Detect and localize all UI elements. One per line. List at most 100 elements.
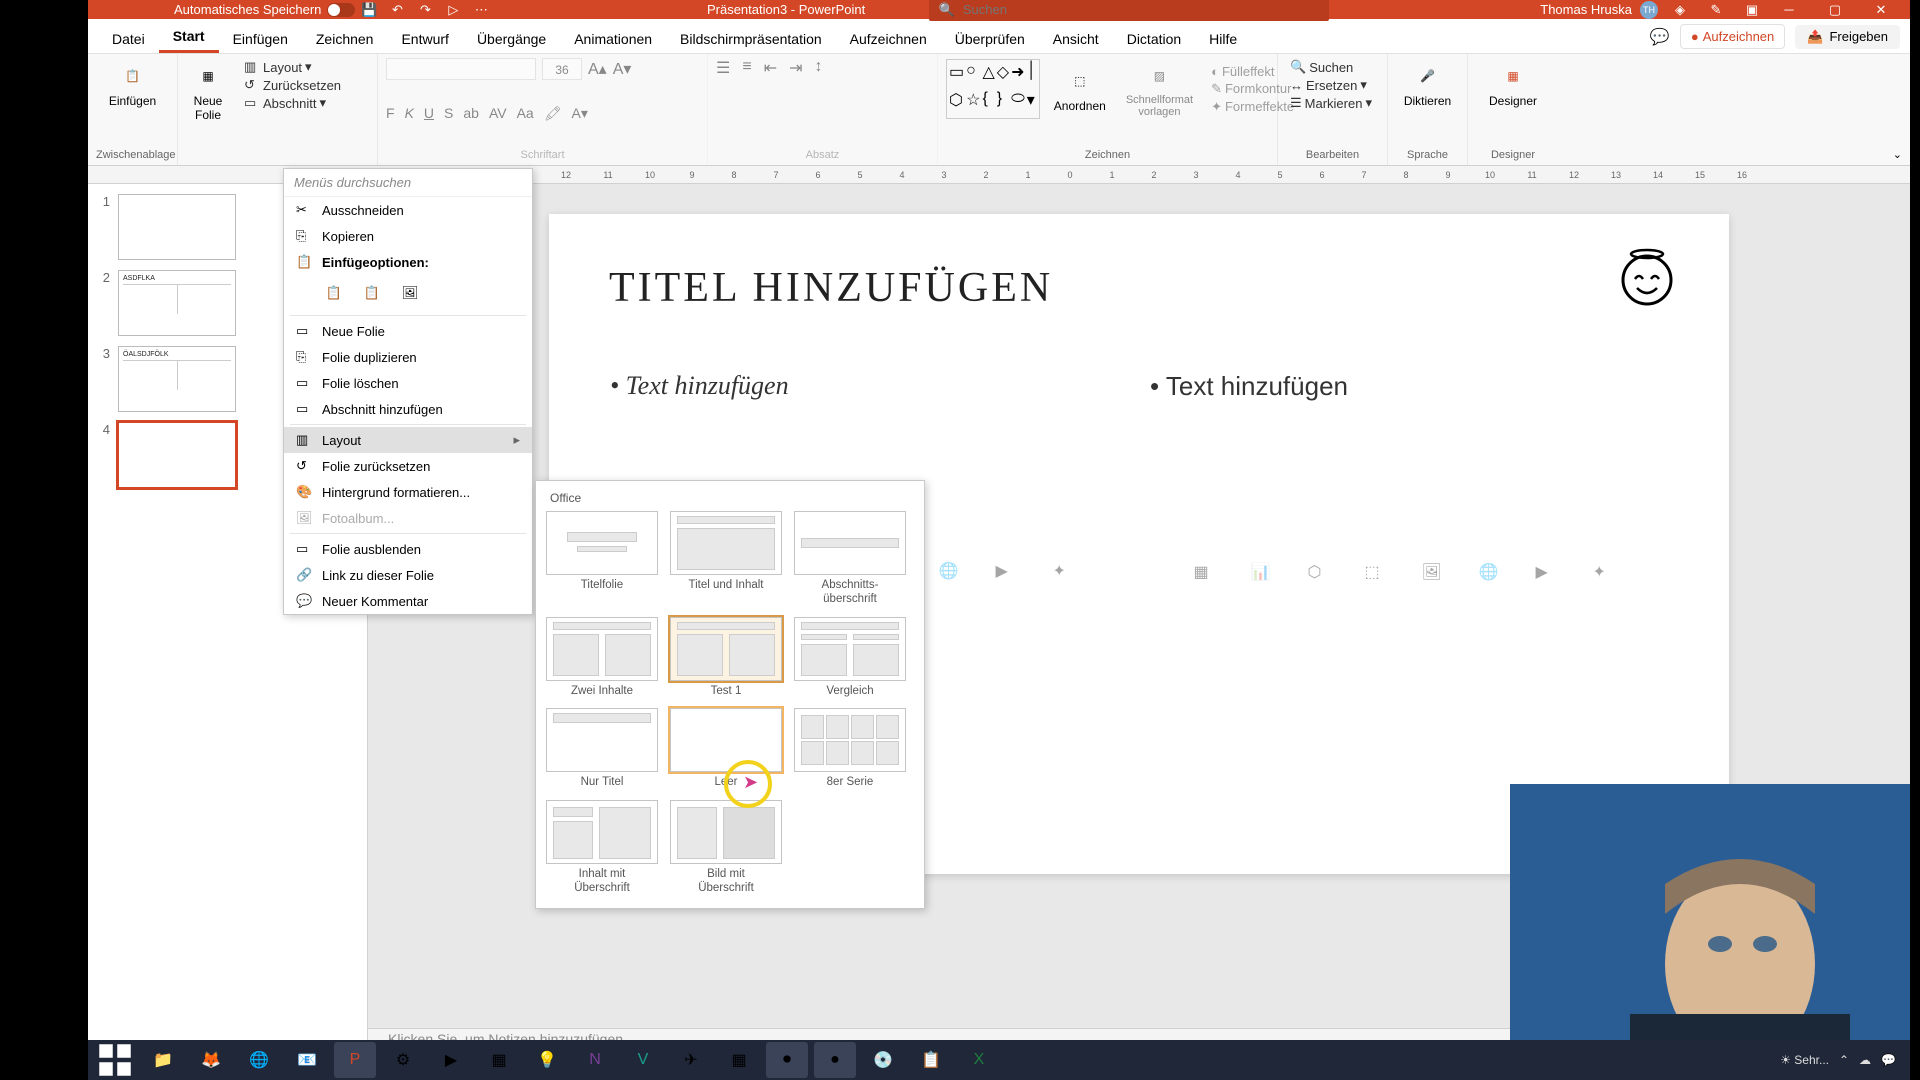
telegram-icon[interactable]: ✈ [670, 1042, 712, 1078]
pen-icon[interactable]: ✎ [1704, 0, 1728, 22]
search-box[interactable]: 🔍 [929, 0, 1329, 21]
online-picture-icon[interactable]: 🌐 [1479, 562, 1511, 594]
italic-icon[interactable]: K [405, 105, 414, 122]
outlook-icon[interactable]: 📧 [286, 1042, 328, 1078]
shape-icon[interactable]: ⬭ [1011, 90, 1025, 116]
tab-datei[interactable]: Datei [98, 25, 159, 53]
diamond-icon[interactable]: ◈ [1668, 0, 1692, 22]
search-input[interactable] [963, 2, 1319, 17]
cm-delete[interactable]: ▭Folie löschen [284, 370, 532, 396]
quickstyles-button[interactable]: ▨Schnellformat vorlagen [1120, 58, 1199, 120]
collapse-ribbon-icon[interactable]: ⌄ [1893, 148, 1902, 161]
tab-ansicht[interactable]: Ansicht [1039, 25, 1113, 53]
fill-dropdown[interactable]: ◐ Fülleffekt [1207, 63, 1298, 80]
bullets-icon[interactable]: ☰ [716, 58, 730, 78]
strike-icon[interactable]: S [444, 105, 453, 122]
excel-icon[interactable]: X [958, 1042, 1000, 1078]
app-icon[interactable]: 💡 [526, 1042, 568, 1078]
numbering-icon[interactable]: ≡ [742, 58, 751, 78]
outline-dropdown[interactable]: ✎ Formkontur [1207, 80, 1298, 98]
obs-icon[interactable]: ⏺ [766, 1042, 808, 1078]
video-icon[interactable]: ▶ [996, 561, 1028, 593]
vlc-icon[interactable]: ▶ [430, 1042, 472, 1078]
cm-link[interactable]: 🔗Link zu dieser Folie [284, 562, 532, 588]
layout-zwei-inhalte[interactable] [546, 617, 658, 681]
picture-icon[interactable]: 🖼 [1422, 562, 1454, 594]
arrange-button[interactable]: ⬚Anordnen [1048, 63, 1112, 115]
paste-use-dest[interactable]: 📋 [358, 279, 386, 307]
video-icon[interactable]: ▶ [1536, 562, 1568, 594]
designer-button[interactable]: ▦Designer [1476, 58, 1550, 110]
undo-icon[interactable]: ↶ [385, 0, 409, 22]
decrease-font-icon[interactable]: A▾ [613, 59, 632, 79]
shape-icon[interactable]: } [997, 90, 1009, 116]
chart-icon[interactable]: 📊 [1251, 562, 1283, 594]
3d-icon[interactable]: ⬚ [1365, 562, 1397, 594]
slide-thumb-3[interactable]: ÖALSDJFÖLK [118, 346, 236, 412]
paste-picture[interactable]: 🖼 [396, 279, 424, 307]
find-button[interactable]: 🔍 Suchen [1286, 58, 1379, 76]
window-icon[interactable]: ▣ [1740, 0, 1764, 22]
spacing-icon[interactable]: AV [489, 105, 507, 122]
cm-reset[interactable]: ↺Folie zurücksetzen [284, 453, 532, 479]
more-icon[interactable]: ⋯ [469, 0, 493, 22]
explorer-icon[interactable]: 📁 [142, 1042, 184, 1078]
slide-thumb-1[interactable] [118, 194, 236, 260]
tab-aufzeichnen[interactable]: Aufzeichnen [836, 25, 941, 53]
app-icon[interactable]: 📋 [910, 1042, 952, 1078]
replace-button[interactable]: ↔ Ersetzen ▾ [1286, 76, 1379, 94]
close-button[interactable]: ✕ [1858, 0, 1904, 19]
tray-chevron-icon[interactable]: ⌃ [1839, 1053, 1849, 1067]
firefox-icon[interactable]: 🦊 [190, 1042, 232, 1078]
save-icon[interactable]: 💾 [357, 0, 381, 22]
app-icon[interactable]: V [622, 1042, 664, 1078]
outdent-icon[interactable]: ⇤ [764, 58, 777, 78]
cm-comment[interactable]: 💬Neuer Kommentar [284, 588, 532, 614]
user-name[interactable]: Thomas Hruska [1540, 2, 1632, 17]
shadow-icon[interactable]: ab [463, 105, 479, 122]
layout-8er[interactable] [794, 708, 906, 772]
cm-hide-slide[interactable]: ▭Folie ausblenden [284, 536, 532, 562]
effects-dropdown[interactable]: ✦ Formeffekte [1207, 98, 1298, 116]
app-icon[interactable]: 💿 [862, 1042, 904, 1078]
layout-dropdown[interactable]: ▥Layout ▾ [240, 58, 345, 76]
menu-search[interactable]: Menüs durchsuchen [284, 169, 532, 197]
cm-cut[interactable]: ✂Ausschneiden [284, 197, 532, 223]
reset-button[interactable]: ↺Zurücksetzen [240, 76, 345, 94]
autosave-toggle[interactable]: Automatisches Speichern [174, 2, 355, 17]
tab-dictation[interactable]: Dictation [1113, 25, 1195, 53]
section-dropdown[interactable]: ▭Abschnitt ▾ [240, 94, 345, 112]
table-icon[interactable]: ▦ [1194, 562, 1226, 594]
app-icon[interactable]: ▦ [478, 1042, 520, 1078]
tray-icon[interactable]: 💬 [1881, 1053, 1896, 1067]
online-picture-icon[interactable]: 🌐 [939, 561, 971, 593]
tab-uebergaenge[interactable]: Übergänge [463, 25, 560, 53]
record-button[interactable]: ● Aufzeichnen [1680, 24, 1785, 49]
layout-nur-titel[interactable] [546, 708, 658, 772]
tab-hilfe[interactable]: Hilfe [1195, 25, 1251, 53]
layout-abschnitt[interactable] [794, 511, 906, 575]
start-button[interactable] [94, 1042, 136, 1078]
shape-icon[interactable]: ○ [966, 62, 980, 88]
redo-icon[interactable]: ↷ [413, 0, 437, 22]
layout-titelfolie[interactable] [546, 511, 658, 575]
tab-entwurf[interactable]: Entwurf [387, 25, 462, 53]
underline-icon[interactable]: U [424, 105, 434, 122]
fontcolor-icon[interactable]: A▾ [572, 105, 588, 122]
user-avatar[interactable]: TH [1640, 1, 1658, 19]
shape-icon[interactable]: ☆ [966, 90, 980, 116]
smiley-shape[interactable] [1615, 244, 1679, 308]
tab-animationen[interactable]: Animationen [560, 25, 666, 53]
case-icon[interactable]: Aa [517, 105, 534, 122]
maximize-button[interactable]: ▢ [1812, 0, 1858, 19]
cm-copy[interactable]: ⎘Kopieren [284, 223, 532, 249]
cm-new-slide[interactable]: ▭Neue Folie [284, 318, 532, 344]
tab-einfuegen[interactable]: Einfügen [219, 25, 302, 53]
share-button[interactable]: 📤 Freigeben [1795, 25, 1900, 49]
tab-start[interactable]: Start [159, 22, 219, 53]
indent-icon[interactable]: ⇥ [789, 58, 802, 78]
from-beginning-icon[interactable]: ▷ [441, 0, 465, 22]
paste-keep-source[interactable]: 📋 [320, 279, 348, 307]
shape-icon[interactable]: ▭ [949, 62, 964, 88]
icon-icon[interactable]: ✦ [1053, 561, 1085, 593]
